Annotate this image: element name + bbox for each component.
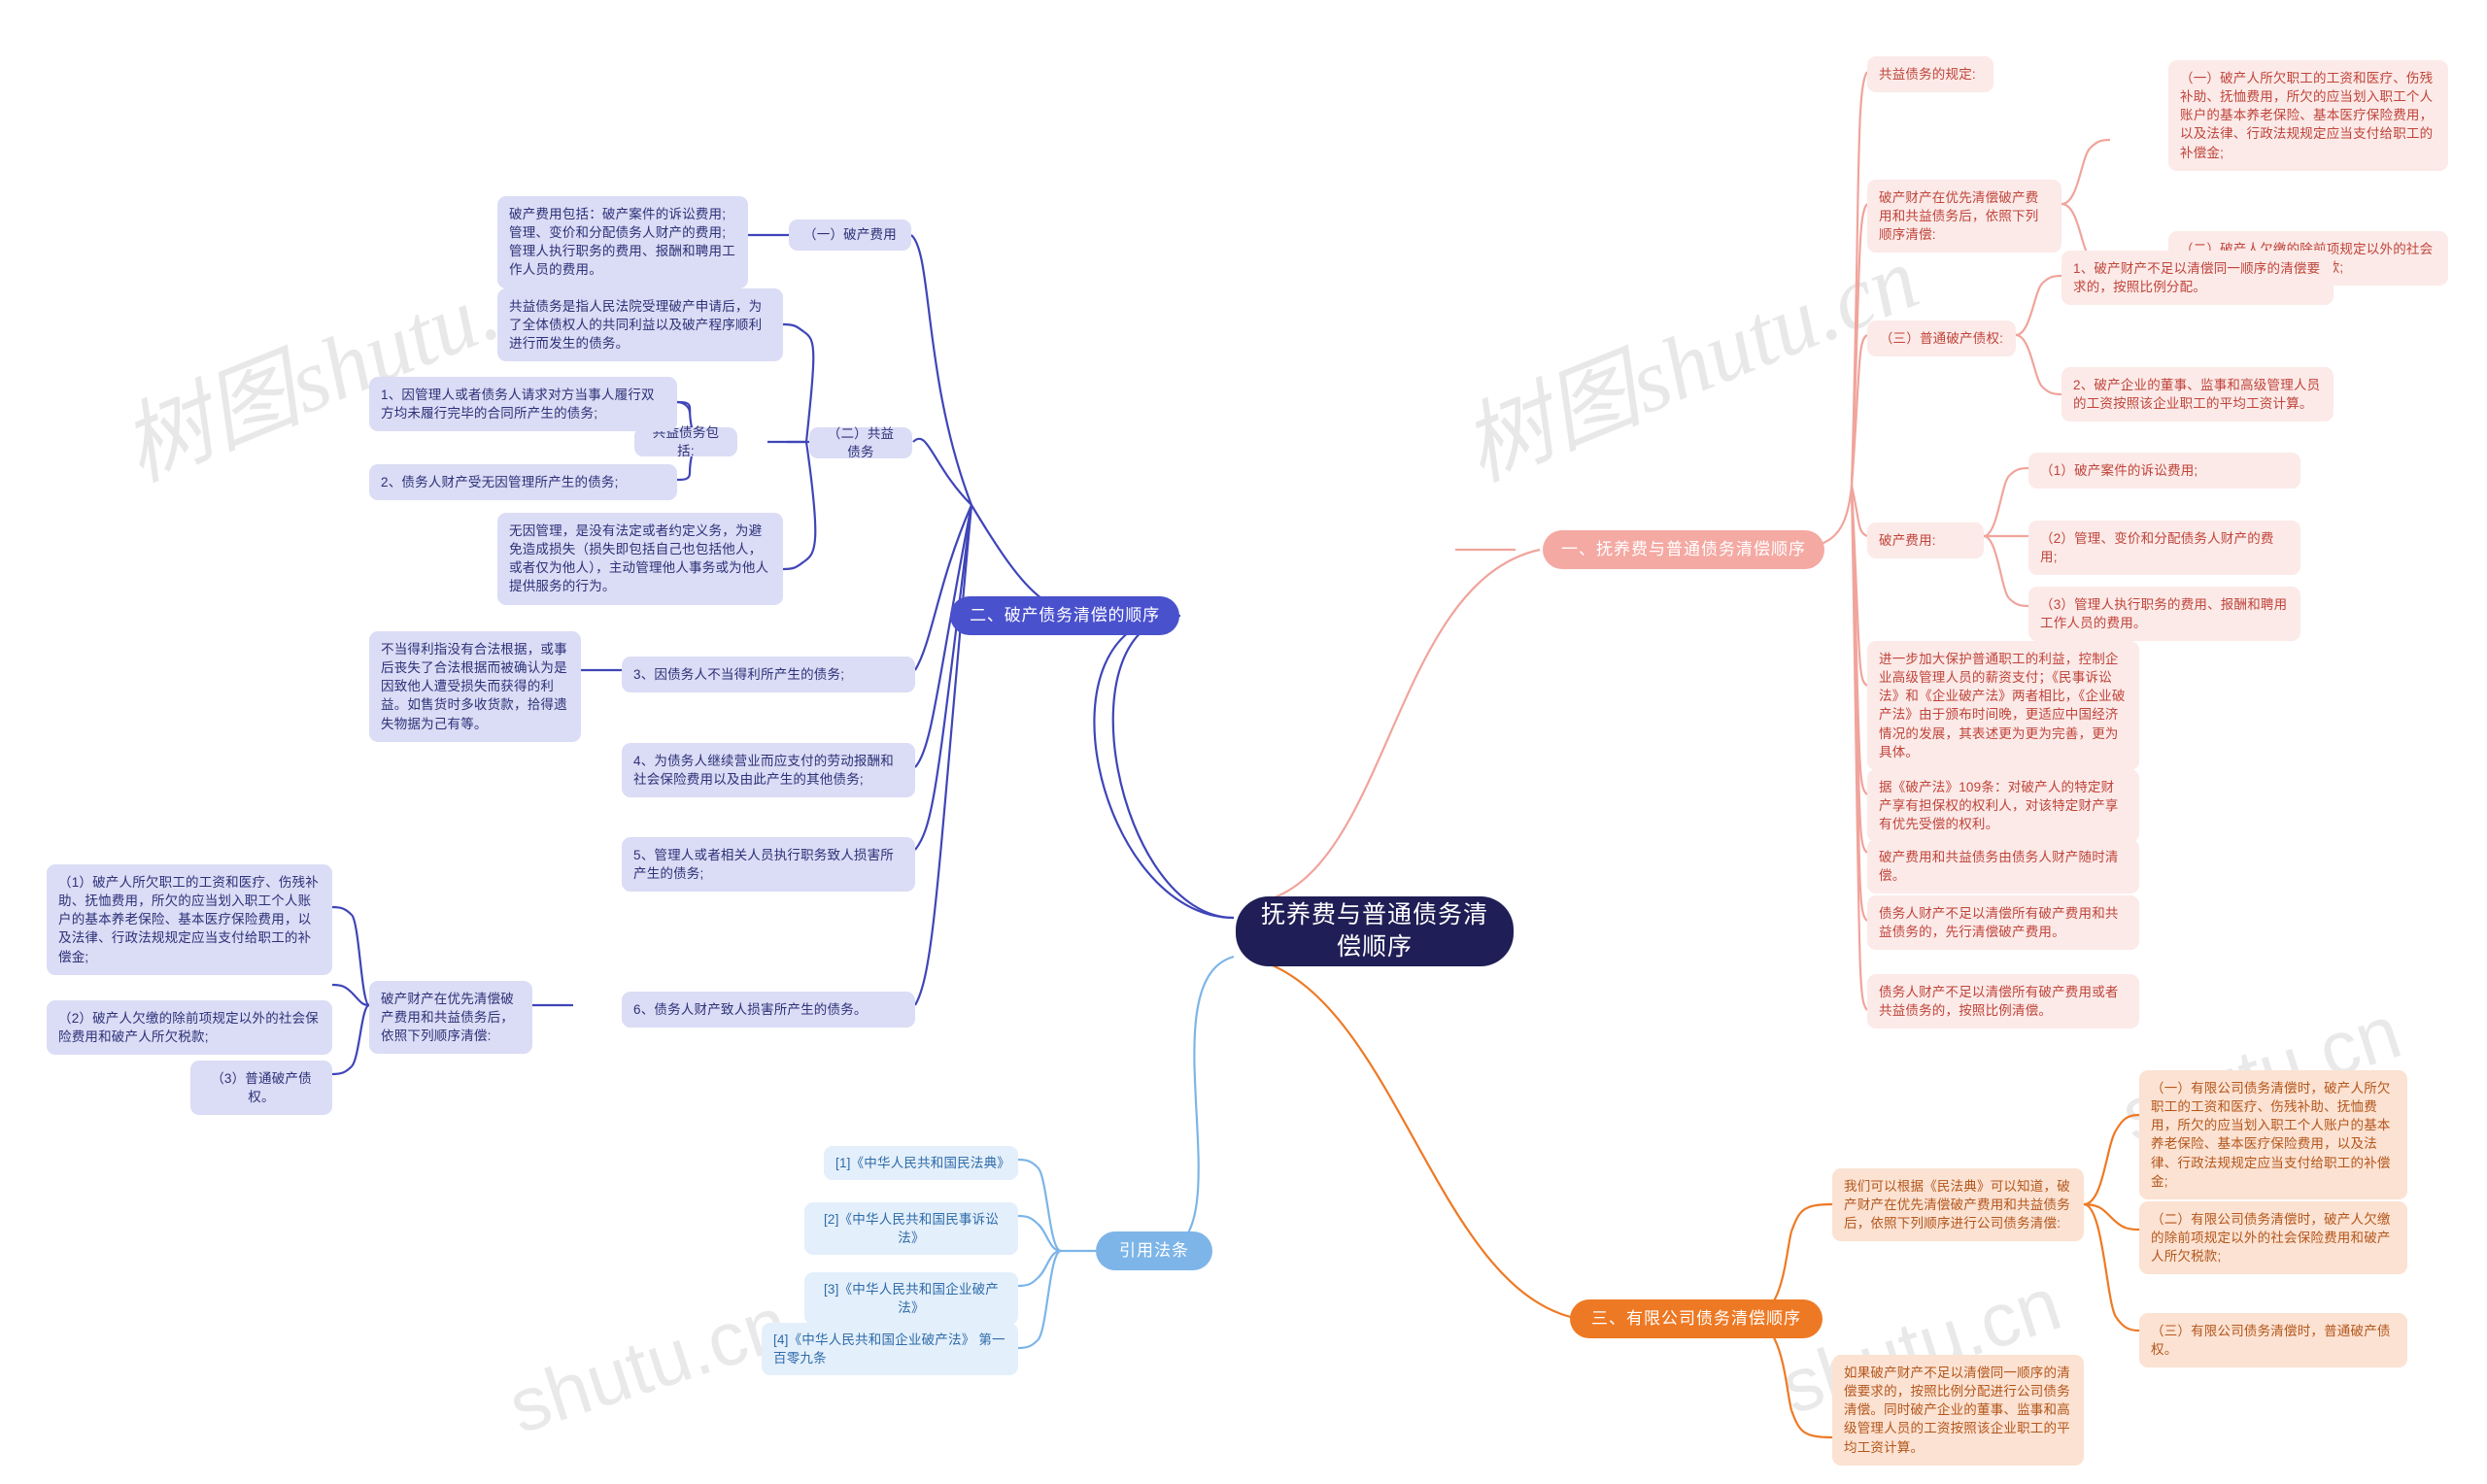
node-pink-repay-item-1[interactable]: （一）破产人所欠职工的工资和医疗、伤残补助、抚恤费用，所欠的应当划入职工个人账户… [2168,60,2448,171]
node-unjust-management-detail[interactable]: 无因管理，是没有法定或者约定义务，为避免造成损失（损失即包括自己也包括他人，或者… [497,513,783,605]
node-pink-fee-item-3[interactable]: （3）管理人执行职务的费用、报酬和聘用工作人员的费用。 [2028,587,2300,642]
node-citation-2[interactable]: [2]《中华人民共和国民事诉讼法》 [804,1202,1018,1256]
node-public-benefit-debt-label[interactable]: （二）共益债务 [809,426,912,459]
node-pink-ordinary-claim-label[interactable]: （三）普通破产债权: [1867,320,2016,357]
node-orange-item-2[interactable]: （二）有限公司债务清偿时，破产人欠缴的除前项规定以外的社会保险费用和破产人所欠税… [2139,1201,2407,1275]
node-pink-repay-intro[interactable]: 破产财产在优先清偿破产费用和共益债务后，依照下列顺序清偿: [1867,180,2061,253]
node-debt-item-4[interactable]: 4、为债务人继续营业而应支付的劳动报酬和社会保险费用以及由此产生的其他债务; [622,743,915,798]
node-blue-repay-item-1[interactable]: （1）破产人所欠职工的工资和医疗、伤残补助、抚恤费用，所欠的应当划入职工个人账户… [47,864,332,975]
node-blue-repay-item-3[interactable]: （3）普通破产债权。 [190,1061,332,1116]
node-pink-public-debt-label[interactable]: 共益债务的规定: [1867,56,1993,93]
node-orange-item-1[interactable]: （一）有限公司债务清偿时，破产人所欠职工的工资和医疗、伤残补助、抚恤费用，所欠的… [2139,1070,2407,1199]
branch-company-order[interactable]: 三、有限公司债务清偿顺序 [1570,1299,1823,1338]
watermark: shutu.cn [498,1279,799,1450]
watermark: 树图shutu.cn [1449,227,1931,500]
node-blue-repay-intro[interactable]: 破产财产在优先清偿破产费用和共益债务后，依照下列顺序清偿: [369,981,532,1055]
node-pink-note-4[interactable]: 债务人财产不足以清偿所有破产费用和共益债务的，先行清偿破产费用。 [1867,895,2139,951]
node-citation-3[interactable]: [3]《中华人民共和国企业破产法》 [804,1272,1018,1326]
node-debt-item-3-detail[interactable]: 不当得利指没有合法根据，或事后丧失了合法根据而被确认为是因致他人遭受损失而获得的… [369,631,581,742]
node-pink-ordinary-claim-item-1[interactable]: 1、破产财产不足以清偿同一顺序的清偿要求的，按照比例分配。 [2061,251,2334,306]
node-bankruptcy-fee-label[interactable]: （一）破产费用 [789,219,911,251]
node-debt-item-3[interactable]: 3、因债务人不当得利所产生的债务; [622,657,915,693]
node-orange-outro[interactable]: 如果破产财产不足以清偿同一顺序的清偿要求的，按照比例分配进行公司债务清偿。同时破… [1832,1355,2084,1466]
mindmap-canvas: 树图shutu.cn 树图shutu.cn shutu.cn shutu.cn … [0,0,2487,1484]
branch-citations[interactable]: 引用法条 [1096,1231,1212,1270]
node-orange-intro[interactable]: 我们可以根据《民法典》可以知道，破产财产在优先清偿破产费用和共益债务后，依照下列… [1832,1168,2084,1242]
branch-alimony-order[interactable]: 一、抚养费与普通债务清偿顺序 [1543,530,1824,569]
node-pink-ordinary-claim-item-2[interactable]: 2、破产企业的董事、监事和高级管理人员的工资按照该企业职工的平均工资计算。 [2061,367,2334,422]
node-public-benefit-item-2[interactable]: 2、债务人财产受无因管理所产生的债务; [369,464,677,501]
node-debt-item-6[interactable]: 6、债务人财产致人损害所产生的债务。 [622,992,915,1029]
node-citation-1[interactable]: [1]《中华人民共和国民法典》 [824,1146,1018,1181]
branch-bankruptcy-order[interactable]: 二、破产债务清偿的顺序 [950,596,1179,635]
node-orange-item-3[interactable]: （三）有限公司债务清偿时，普通破产债权。 [2139,1313,2407,1368]
node-bankruptcy-fee-detail[interactable]: 破产费用包括：破产案件的诉讼费用;管理、变价和分配债务人财产的费用;管理人执行职… [497,196,748,288]
node-pink-note-1[interactable]: 进一步加大保护普通职工的利益，控制企业高级管理人员的薪资支付；《民事诉讼法》和《… [1867,641,2139,770]
node-blue-repay-item-2[interactable]: （2）破产人欠缴的除前项规定以外的社会保险费用和破产人所欠税款; [47,1000,332,1056]
node-public-benefit-debt-intro[interactable]: 共益债务是指人民法院受理破产申请后，为了全体债权人的共同利益以及破产程序顺利进行… [497,288,783,362]
node-debt-item-5[interactable]: 5、管理人或者相关人员执行职务致人损害所产生的债务; [622,837,915,893]
node-citation-4[interactable]: [4]《中华人民共和国企业破产法》 第一百零九条 [762,1323,1018,1376]
node-public-benefit-debt-group-label[interactable]: 共益债务包括: [634,425,737,458]
node-pink-note-2[interactable]: 据《破产法》109条：对破产人的特定财产享有担保权的权利人，对该特定财产享有优先… [1867,769,2139,843]
node-pink-fee-item-2[interactable]: （2）管理、变价和分配债务人财产的费用; [2028,521,2300,576]
node-pink-fee-item-1[interactable]: （1）破产案件的诉讼费用; [2028,453,2300,489]
node-pink-note-5[interactable]: 债务人财产不足以清偿所有破产费用或者共益债务的，按照比例清偿。 [1867,974,2139,1029]
node-public-benefit-item-1[interactable]: 1、因管理人或者债务人请求对方当事人履行双方均未履行完毕的合同所产生的债务; [369,377,677,432]
node-pink-note-3[interactable]: 破产费用和共益债务由债务人财产随时清偿。 [1867,839,2139,894]
node-pink-fee-label[interactable]: 破产费用: [1867,523,1984,559]
root-node[interactable]: 抚养费与普通债务清偿顺序 [1236,896,1514,966]
